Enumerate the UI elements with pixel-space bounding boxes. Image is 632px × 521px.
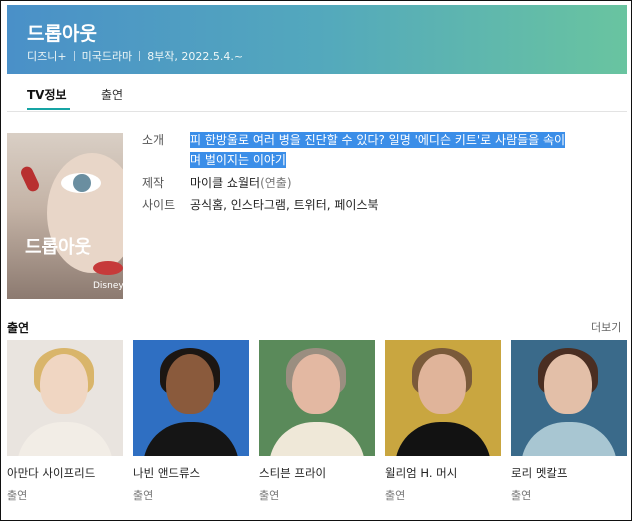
synopsis-line-2: 며 벌이지는 이야기 (190, 152, 286, 168)
cast-name[interactable]: 스티븐 프라이 (259, 465, 375, 481)
site-link-instagram[interactable]: 인스타그램 (231, 198, 286, 212)
cast-role: 출연 (7, 489, 28, 502)
poster-iris (73, 174, 91, 192)
cast-heading: 출연 (7, 321, 30, 335)
episodes-text: 8부작, 2022.5.4.~ (147, 50, 244, 63)
cast-photo[interactable] (385, 340, 501, 456)
production-label: 제작 (142, 176, 165, 190)
site-link-official[interactable]: 공식홈 (190, 198, 223, 212)
platform-link[interactable]: 디즈니+ (27, 50, 67, 63)
cast-role: 출연 (133, 489, 154, 502)
poster-title: 드롭아웃 (25, 237, 92, 258)
divider (73, 51, 75, 61)
poster-brand: Disney+ (93, 281, 123, 291)
show-meta: 디즈니+ 미국드라마 8부작, 2022.5.4.~ (27, 48, 243, 64)
more-link[interactable]: 더보기 (591, 319, 621, 335)
sites-list: 공식홈, 인스타그램, 트위터, 페이스북 (190, 198, 379, 212)
site-link-twitter[interactable]: 트위터 (294, 198, 327, 212)
cast-card[interactable]: 아만다 사이프리드 출연 (7, 340, 123, 503)
cast-role: 출연 (511, 489, 532, 502)
page-frame: 드롭아웃 디즈니+ 미국드라마 8부작, 2022.5.4.~ TV정보 출연 드롭… (0, 0, 632, 521)
cast-role: 출연 (385, 489, 406, 502)
cast-photo[interactable] (511, 340, 627, 456)
cast-name[interactable]: 로리 멧칼프 (511, 465, 627, 481)
synopsis-line-1: 피 한방울로 여러 병을 진단할 수 있다? 일명 '에디슨 키트'로 사람들을… (190, 132, 566, 148)
show-title[interactable]: 드롭아웃 (27, 19, 97, 46)
cast-card[interactable]: 스티븐 프라이 출연 (259, 340, 375, 503)
cast-name[interactable]: 아만다 사이프리드 (7, 465, 123, 481)
site-link-facebook[interactable]: 페이스북 (334, 198, 378, 212)
tab-cast[interactable]: 출연 (101, 86, 123, 103)
tab-bar: TV정보 출연 (7, 74, 627, 112)
active-tab-indicator (27, 108, 70, 110)
cast-role: 출연 (259, 489, 280, 502)
cast-card[interactable]: 윌리엄 H. 머시 출연 (385, 340, 501, 503)
sites-label: 사이트 (142, 198, 176, 212)
director-role: (연출) (260, 176, 292, 190)
production-value: 마이클 쇼월터(연출) (190, 174, 292, 191)
cast-name[interactable]: 윌리엄 H. 머시 (385, 465, 501, 481)
cast-name[interactable]: 나빈 앤드류스 (133, 465, 249, 481)
divider (139, 51, 141, 61)
director-link[interactable]: 마이클 쇼월터 (190, 176, 260, 190)
poster-lips (93, 261, 123, 275)
tab-tv-info[interactable]: TV정보 (27, 86, 67, 103)
cast-card[interactable]: 로리 멧칼프 출연 (511, 340, 627, 503)
cast-photo[interactable] (7, 340, 123, 456)
synopsis-label: 소개 (142, 133, 165, 147)
genre-text: 미국드라마 (81, 50, 133, 63)
show-header: 드롭아웃 디즈니+ 미국드라마 8부작, 2022.5.4.~ (7, 5, 627, 74)
poster-pill (19, 164, 41, 194)
poster-image[interactable]: 드롭아웃 Disney+ (7, 133, 123, 299)
cast-photo[interactable] (133, 340, 249, 456)
cast-card[interactable]: 나빈 앤드류스 출연 (133, 340, 249, 503)
cast-photo[interactable] (259, 340, 375, 456)
